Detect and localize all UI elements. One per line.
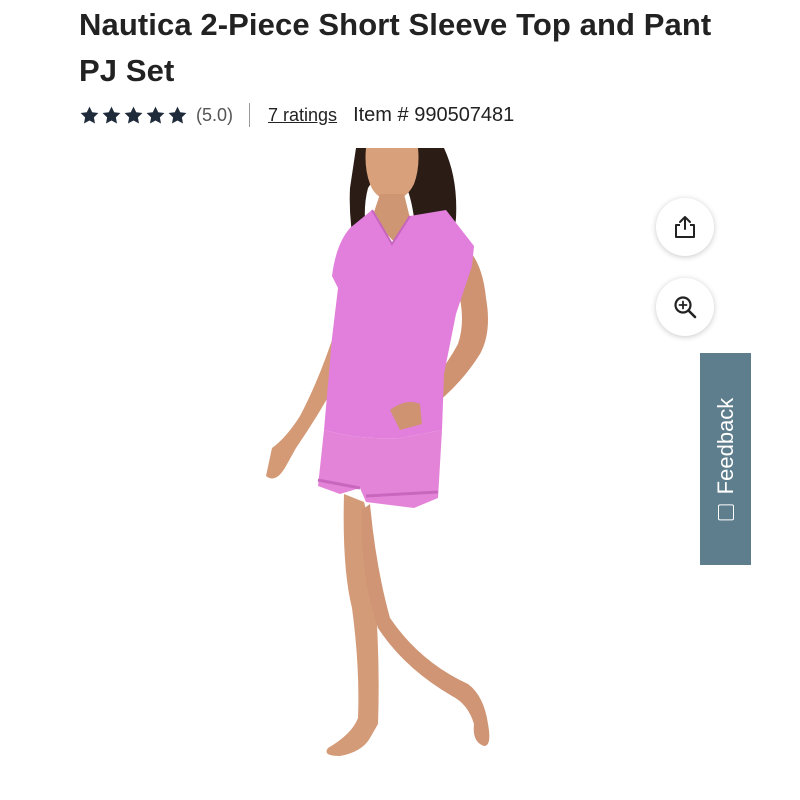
model-leg-right [361,504,490,746]
share-button[interactable] [656,198,714,256]
star-icon [146,106,165,123]
rating-row: (5.0) 7 ratings Item # 990507481 [79,100,514,130]
feedback-plus-icon: [+] [717,504,734,521]
star-icon [168,106,187,123]
rating-score: (5.0) [196,104,234,125]
pajama-top [324,210,474,439]
share-icon [675,216,695,238]
item-number: Item # 990507481 [353,103,515,126]
star-icon [124,106,143,123]
divider [249,103,251,127]
feedback-tab[interactable]: [+] Feedback [700,353,751,565]
product-image[interactable] [60,148,660,788]
ratings-link[interactable]: 7 ratings [268,105,337,126]
star-icon [102,106,121,123]
zoom-in-icon [674,296,697,319]
star-icon [80,106,99,123]
star-rating [79,105,188,126]
zoom-button[interactable] [656,278,714,336]
feedback-label: Feedback [712,397,738,495]
product-title: Nautica 2-Piece Short Sleeve Top and Pan… [79,7,712,88]
